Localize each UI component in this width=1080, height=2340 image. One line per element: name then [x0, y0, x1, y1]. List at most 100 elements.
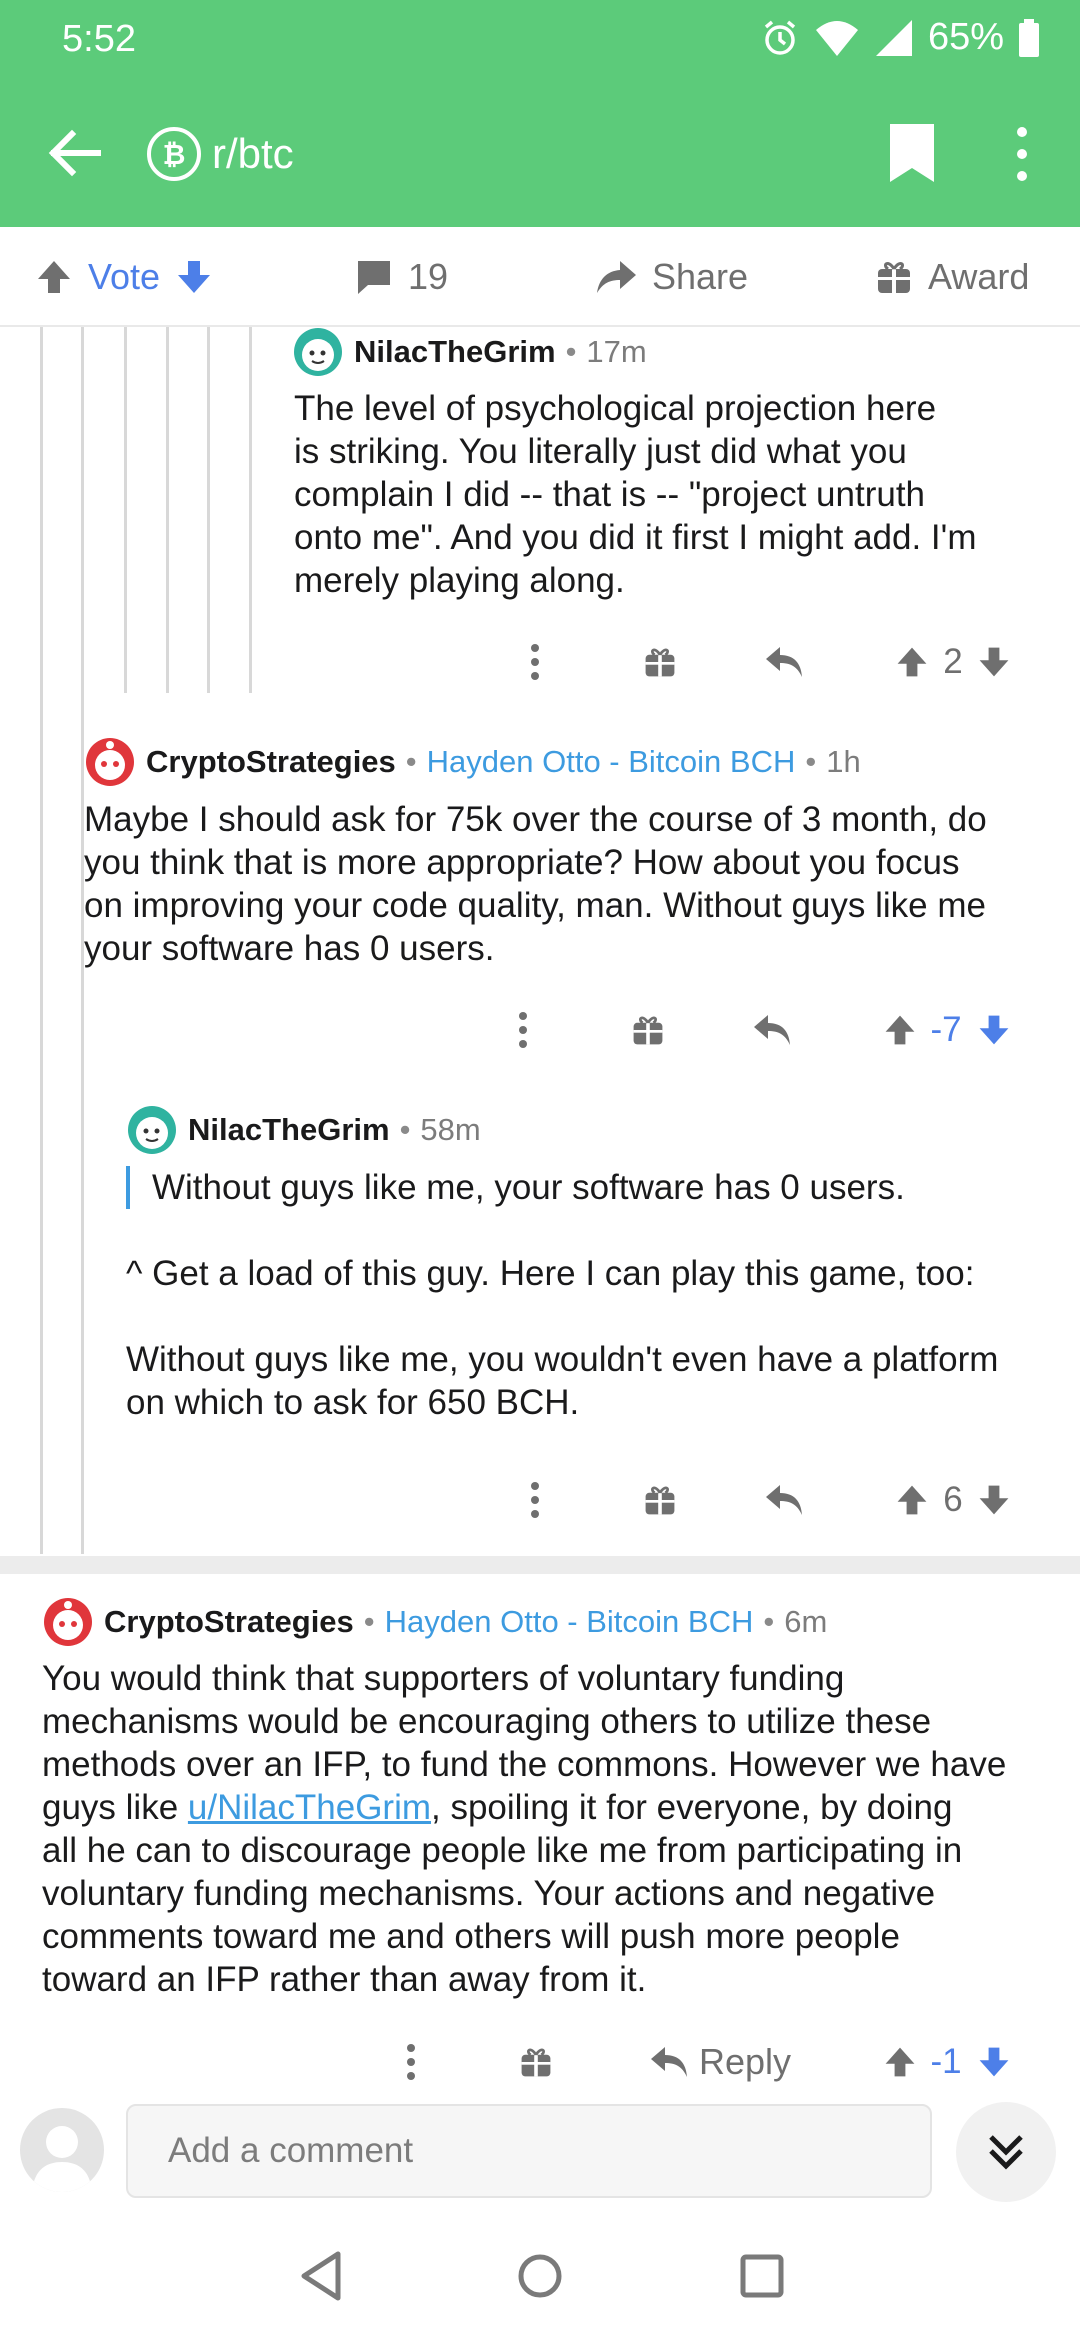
more-options-button[interactable] [520, 1470, 550, 1530]
reply-icon [650, 2047, 687, 2077]
comment-line: mechanisms would be encouraging others t… [42, 1702, 932, 1741]
subreddit-title[interactable]: ₿ r/btc [146, 126, 294, 182]
more-vertical-icon [531, 1482, 539, 1518]
award-button[interactable] [516, 2032, 556, 2092]
post-vote: Vote [34, 227, 214, 327]
alarm-icon [760, 18, 800, 58]
downvote-button[interactable] [974, 1470, 1014, 1530]
comment-line: your software has 0 users. [84, 929, 495, 968]
upvote-button[interactable] [880, 2032, 920, 2092]
comments-button[interactable]: 19 [354, 227, 448, 327]
more-vertical-icon [531, 644, 539, 680]
reply-icon [766, 1485, 802, 1515]
comment-line: on which to ask for 650 BCH. [126, 1383, 580, 1422]
comment-body: Without guys like me, your software has … [126, 1166, 1066, 1424]
avatar[interactable] [84, 736, 136, 788]
arrow-down-icon [979, 1015, 1009, 1045]
nav-back-button[interactable] [294, 2246, 354, 2306]
nav-home-button[interactable] [510, 2246, 570, 2306]
comment-score: 6 [936, 1470, 970, 1530]
comment-time: 17m [586, 334, 647, 369]
reply-icon [766, 647, 802, 677]
comment-line: Without guys like me, you wouldn't even … [126, 1340, 999, 1379]
user-mention-link[interactable]: u/NilacTheGrim [188, 1788, 431, 1827]
quote-block: Without guys like me, your software has … [126, 1166, 1066, 1209]
comment-actions: -7 [488, 1000, 1060, 1060]
meta-separator: • [405, 744, 417, 779]
downvote-button[interactable] [974, 632, 1014, 692]
reply-icon [754, 1015, 790, 1045]
reply-button[interactable] [762, 632, 806, 692]
wifi-icon [814, 18, 860, 58]
comment-author[interactable]: NilacTheGrim [188, 1112, 390, 1148]
comment-line: complain I did -- that is -- "project un… [294, 475, 926, 514]
back-button[interactable] [40, 118, 110, 188]
arrow-down-icon [979, 647, 1009, 677]
more-options-button[interactable] [1002, 122, 1042, 186]
nav-recents-button[interactable] [732, 2246, 792, 2306]
upvote-button[interactable] [892, 632, 932, 692]
comment-line: ^ Get a load of this guy. Here I can pla… [126, 1254, 975, 1293]
bookmark-button[interactable] [884, 120, 940, 186]
avatar[interactable] [292, 326, 344, 378]
comment-time: 1h [826, 744, 861, 779]
more-vertical-icon [1017, 127, 1027, 181]
upvote-button[interactable] [880, 1000, 920, 1060]
thread-line[interactable] [207, 327, 210, 693]
double-chevron-down-icon [989, 2135, 1023, 2170]
section-divider [0, 1556, 1080, 1574]
reply-button[interactable] [750, 1000, 794, 1060]
more-options-button[interactable] [396, 2032, 426, 2092]
avatar[interactable] [20, 2108, 104, 2192]
comment-author[interactable]: NilacTheGrim [354, 334, 556, 370]
upvote-button[interactable] [892, 1470, 932, 1530]
arrow-up-icon [885, 1015, 915, 1045]
bitcoin-icon: ₿ [146, 126, 202, 182]
thread-line[interactable] [124, 327, 127, 693]
award-button[interactable] [640, 1470, 680, 1530]
downvote-button[interactable] [974, 2032, 1014, 2092]
comment-line: is striking. You literally just did what… [294, 432, 907, 471]
comment-time: 6m [784, 1604, 828, 1639]
award-button[interactable] [640, 632, 680, 692]
collapse-button[interactable] [956, 2102, 1056, 2202]
reply-button[interactable]: Reply [640, 2032, 800, 2092]
downvote-button[interactable] [974, 1000, 1014, 1060]
comment-line: onto me". And you did it first I might a… [294, 518, 977, 557]
award-button[interactable] [628, 1000, 668, 1060]
comment-header: NilacTheGrim • 58m [126, 1104, 481, 1156]
arrow-up-icon [897, 1485, 927, 1515]
avatar[interactable] [126, 1104, 178, 1156]
award-button[interactable]: Award [874, 227, 1029, 327]
score-value: 2 [943, 642, 963, 681]
meta-separator: • [763, 1604, 775, 1639]
arrow-down-icon[interactable] [174, 257, 214, 297]
arrow-left-icon [48, 129, 101, 177]
add-comment-input[interactable]: Add a comment [126, 2104, 932, 2198]
share-button[interactable]: Share [594, 227, 748, 327]
thread-line[interactable] [249, 327, 252, 693]
more-options-button[interactable] [508, 1000, 538, 1060]
arrow-up-icon [885, 2047, 915, 2077]
thread-line[interactable] [166, 327, 169, 693]
post-action-bar: Vote 19 Share Award [0, 227, 1080, 327]
user-flair: Hayden Otto - Bitcoin BCH [426, 744, 796, 779]
comment-line: voluntary funding mechanisms. Your actio… [42, 1874, 936, 1913]
comment-author[interactable]: CryptoStrategies [146, 744, 396, 780]
arrow-up-icon[interactable] [34, 257, 74, 297]
avatar[interactable] [42, 1596, 94, 1648]
comment-time: 58m [420, 1112, 481, 1147]
reply-button[interactable] [762, 1470, 806, 1530]
thread-line[interactable] [40, 327, 43, 1554]
signal-icon [874, 18, 914, 58]
circle-home-icon [518, 2254, 562, 2298]
more-options-button[interactable] [520, 632, 550, 692]
comment-body: Maybe I should ask for 75k over the cour… [84, 798, 1064, 970]
subreddit-name: r/btc [212, 130, 294, 177]
comment-line: guys like u/NilacTheGrim, spoiling it fo… [42, 1786, 1072, 1829]
gift-icon [874, 257, 914, 297]
comment-author[interactable]: CryptoStrategies [104, 1604, 354, 1640]
battery-percent: 65% [927, 16, 1004, 58]
reply-label: Reply [698, 2041, 792, 2082]
